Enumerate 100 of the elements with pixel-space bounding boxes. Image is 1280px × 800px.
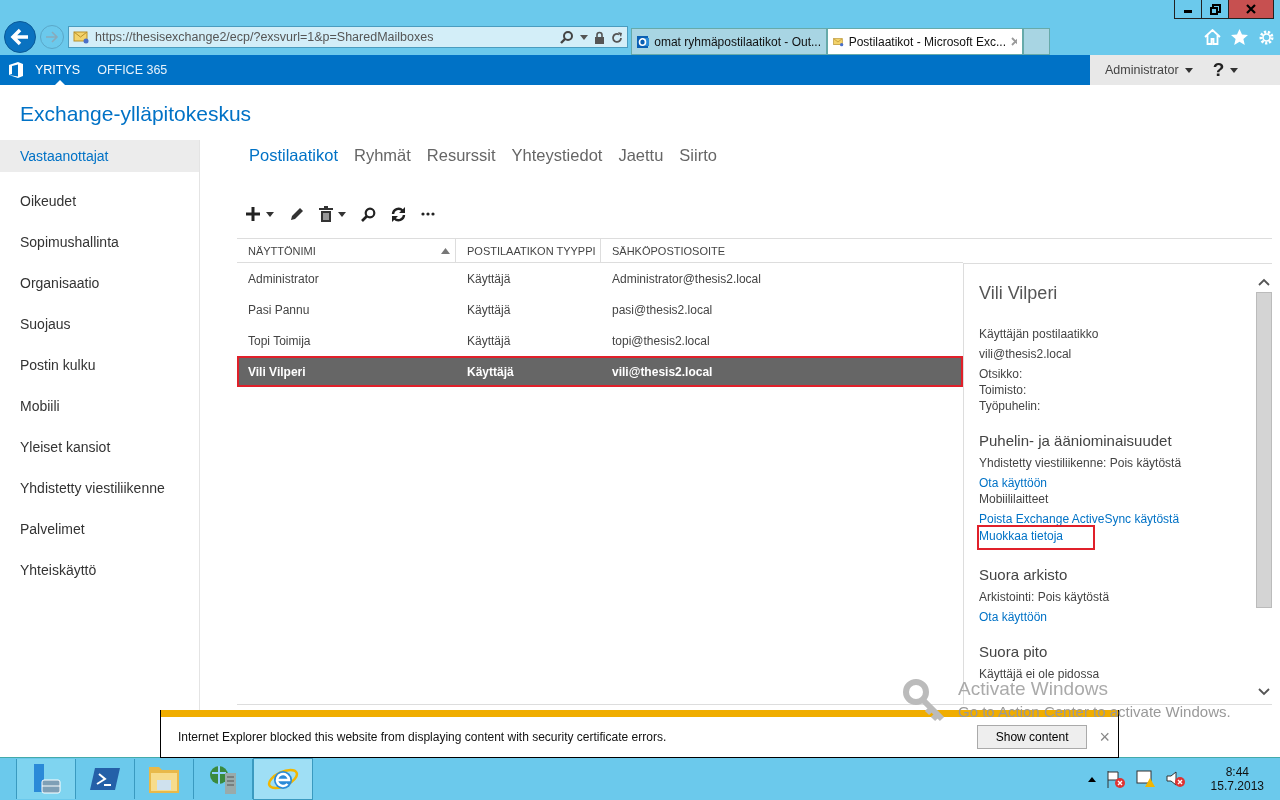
table-cell-text: Käyttäjä	[466, 271, 512, 286]
speaker-muted-icon[interactable]	[1165, 770, 1186, 788]
user-menu[interactable]: Administrator	[1105, 63, 1179, 77]
tab[interactable]: Resurssit	[426, 145, 496, 165]
table-cell-text: Vili Vilperi	[247, 364, 307, 379]
forward-arrow-icon	[45, 31, 59, 43]
sidebar-item[interactable]: Suojaus	[0, 304, 199, 345]
table-cell-text: vili@thesis2.local	[611, 364, 714, 379]
app-title: Exchange-ylläpitokeskus	[19, 101, 253, 127]
sidebar-item[interactable]: Sopimushallinta	[0, 222, 199, 263]
nav-link[interactable]: YRITYS	[35, 55, 94, 85]
section-heading: Puhelin- ja ääniominaisuudet	[979, 432, 1173, 449]
table-cell-text: Administrator@thesis2.local	[611, 271, 762, 286]
close-icon	[1246, 4, 1256, 14]
tab[interactable]: Ryhmät	[353, 145, 411, 165]
tab[interactable]: Siirto	[679, 145, 717, 165]
sort-ascending-icon[interactable]	[441, 247, 450, 254]
close-button[interactable]: ×	[1099, 726, 1110, 748]
star-icon[interactable]	[1231, 29, 1248, 45]
refresh-icon[interactable]	[391, 206, 406, 222]
table-cell-text: Topi Toimija	[247, 333, 312, 348]
show-hidden-icons-icon[interactable]	[1087, 776, 1096, 782]
scroll-up-icon[interactable]	[1258, 278, 1270, 286]
sidebar-item[interactable]: Yhdistetty viestiliikenne	[0, 468, 199, 509]
detail-text: Arkistointi: Pois käytöstä	[979, 589, 1111, 605]
detail-text: Yhdistetty viestiliikenne: Pois käytöstä	[979, 455, 1183, 471]
taskbar-button[interactable]	[16, 759, 76, 799]
show-content-button[interactable]: Show content	[976, 725, 1088, 749]
sidebar-item[interactable]: Yhteiskäyttö	[0, 550, 199, 591]
search-icon[interactable]	[361, 206, 376, 222]
detail-text: Käyttäjä ei ole pidossa	[979, 666, 1100, 681]
flag-icon[interactable]	[1105, 770, 1126, 788]
refresh-icon[interactable]	[611, 30, 623, 44]
envelope-icon	[73, 30, 89, 44]
time-text: 8:44	[1225, 765, 1249, 779]
sidebar-item[interactable]: Postin kulku	[0, 345, 199, 386]
table-cell-text: Käyttäjä	[466, 302, 512, 317]
tab[interactable]: Yhteystiedot	[511, 145, 603, 165]
table-row[interactable]: Topi Toimija Käyttäjä topi@thesis2.local	[237, 325, 963, 356]
detail-link[interactable]: Muokkaa tietoja	[979, 527, 1094, 548]
restore-icon	[1209, 3, 1221, 15]
help-button[interactable]: ?	[1212, 59, 1225, 81]
table-row[interactable]: Administrator Käyttäjä Administrator@thesis2.local	[237, 263, 963, 294]
column-header[interactable]: SÄHKÖPOSTIOSOITE	[601, 239, 963, 262]
detail-text: Mobiililaitteet	[979, 491, 1050, 507]
sidebar-item[interactable]: Palvelimet	[0, 509, 199, 550]
add-icon[interactable]	[245, 206, 261, 222]
pencil-icon[interactable]	[289, 206, 304, 222]
trash-icon[interactable]	[319, 206, 333, 222]
clock[interactable]: 8:44 15.7.2013	[1210, 765, 1264, 793]
section-heading: Suora arkisto	[979, 566, 1069, 583]
detail-text: vili@thesis2.local	[979, 346, 1073, 362]
table-cell-text: topi@thesis2.local	[611, 333, 711, 348]
table-cell-text: Käyttäjä	[466, 333, 512, 348]
sidebar-item[interactable]: Organisaatio	[0, 263, 199, 304]
tab-title: Postilaatikot - Microsoft Exc...	[848, 34, 1006, 49]
caret-icon[interactable]	[266, 211, 274, 217]
close-button[interactable]	[1228, 0, 1274, 19]
scroll-down-icon[interactable]	[1258, 688, 1270, 696]
browser-tab[interactable]: omat ryhmäpostilaatikot - Out...	[631, 28, 827, 55]
scrollbar-thumb[interactable]	[1256, 292, 1272, 608]
caret-icon[interactable]	[338, 211, 346, 217]
column-header[interactable]: POSTILAATIKON TYYPPI	[456, 239, 601, 262]
browser-tab[interactable]: Postilaatikot - Microsoft Exc...	[827, 28, 1023, 55]
network-warning-icon[interactable]	[1135, 770, 1156, 788]
field-label: Otsikko:	[979, 366, 1024, 382]
table-cell-text: Pasi Pannu	[247, 302, 311, 317]
caret-icon[interactable]	[1184, 67, 1193, 73]
sidebar-item[interactable]: Vastaanottajat	[0, 140, 199, 172]
table-cell-text: pasi@thesis2.local	[611, 302, 714, 317]
sidebar-item[interactable]: Yleiset kansiot	[0, 427, 199, 468]
table-cell-text: Administrator	[247, 271, 320, 286]
tab[interactable]: Jaettu	[618, 145, 664, 165]
table-row[interactable]: Pasi Pannu Käyttäjä pasi@thesis2.local	[237, 294, 963, 325]
detail-link[interactable]: Ota käyttöön	[979, 475, 1048, 491]
sidebar-item[interactable]: Oikeudet	[0, 181, 199, 222]
tab[interactable]: Postilaatikot	[249, 145, 338, 165]
column-header[interactable]: NÄYTTÖNIMI	[237, 239, 456, 262]
sidebar-item[interactable]: Mobiili	[0, 386, 199, 427]
detail-link[interactable]: Ota käyttöön	[979, 609, 1048, 625]
detail-link[interactable]: Poista Exchange ActiveSync käytöstä	[979, 511, 1180, 527]
section-heading: Suora pito	[979, 643, 1049, 660]
caret-icon[interactable]	[580, 34, 588, 40]
close-icon[interactable]	[1011, 37, 1017, 46]
notification-message: Internet Explorer blocked this website from displaying content with security certificate errors.	[178, 730, 667, 744]
mail-app-icon	[637, 33, 650, 50]
search-icon[interactable]	[560, 30, 574, 44]
minimize-button[interactable]	[1174, 0, 1202, 19]
details-name: Vili Vilperi	[979, 283, 1059, 304]
table-row[interactable]: Vili Vilperi Käyttäjä vili@thesis2.local	[237, 356, 963, 387]
address-bar[interactable]: https://thesisexchange2/ecp/?exsvurl=1&p=SharedMailboxes	[68, 26, 628, 48]
folder-icon	[148, 764, 180, 794]
date-text: 15.7.2013	[1210, 779, 1264, 793]
office-logo-icon[interactable]	[9, 62, 23, 78]
more-icon[interactable]	[421, 212, 435, 216]
nav-link[interactable]: OFFICE 365	[97, 55, 181, 85]
caret-icon[interactable]	[1230, 67, 1239, 73]
lock-icon	[594, 30, 605, 44]
taskbar-button[interactable]	[253, 758, 313, 800]
back-button[interactable]	[4, 21, 36, 53]
